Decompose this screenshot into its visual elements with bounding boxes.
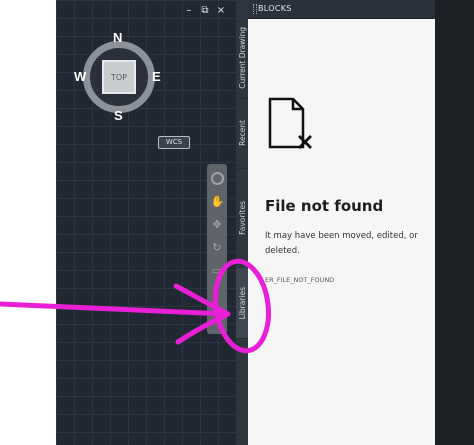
compass-north[interactable]: N (113, 30, 122, 45)
palette-tab-strip: Current Drawing Recent Favorites Librari… (236, 0, 248, 445)
compass-south[interactable]: S (114, 108, 123, 123)
navigation-bar: ✋ ✥ ↻ ▭ (207, 164, 227, 334)
file-not-found-icon (268, 97, 312, 149)
tab-current-drawing[interactable]: Current Drawing (236, 18, 248, 99)
palette-header[interactable]: BLOCKS (236, 0, 435, 19)
tab-label: Favorites (237, 201, 247, 235)
steering-wheel-icon[interactable] (210, 172, 224, 185)
tab-label: Current Drawing (237, 27, 247, 89)
minimize-icon[interactable]: – (184, 6, 194, 16)
restore-icon[interactable]: ⧉ (200, 6, 210, 16)
viewcube[interactable]: TOP N S W E (74, 30, 164, 123)
showmotion-icon[interactable]: ▭ (211, 264, 224, 277)
tab-recent[interactable]: Recent (236, 98, 248, 169)
right-background (435, 0, 474, 445)
tab-label: Libraries (237, 286, 247, 320)
window-controls: – ⧉ × (184, 6, 226, 16)
compass-east[interactable]: E (152, 69, 161, 84)
pan-icon[interactable]: ✋ (211, 195, 225, 208)
error-message: It may have been moved, edited, or delet… (265, 231, 418, 256)
tab-favorites[interactable]: Favorites (236, 168, 248, 269)
palette-body: File not found It may have been moved, e… (248, 19, 435, 445)
zoom-icon[interactable]: ✥ (211, 218, 224, 231)
close-icon[interactable]: × (216, 6, 226, 16)
wcs-menu[interactable]: WCS (158, 136, 190, 149)
viewcube-top-face[interactable]: TOP (102, 60, 136, 94)
orbit-icon[interactable]: ↻ (211, 241, 224, 254)
compass-west[interactable]: W (74, 69, 86, 84)
tab-libraries[interactable]: Libraries (236, 268, 248, 339)
error-title: File not found (265, 197, 384, 215)
tab-label: Recent (237, 120, 247, 146)
error-code: ER_FILE_NOT_FOUND (265, 276, 335, 284)
palette-title: BLOCKS (258, 4, 292, 13)
grip-handle-icon[interactable] (253, 4, 257, 14)
